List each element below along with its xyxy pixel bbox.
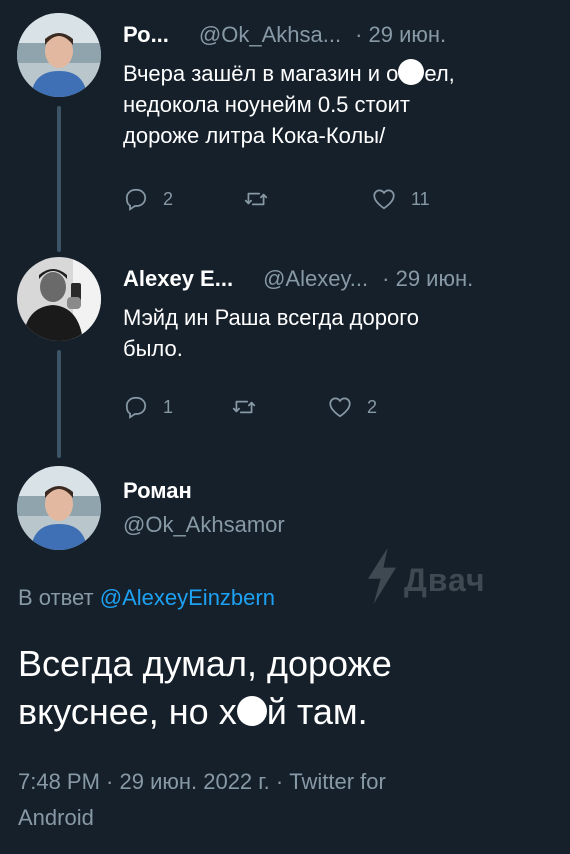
like-button[interactable]: 2 xyxy=(327,394,377,420)
thread-connector xyxy=(57,350,61,458)
tweet-actions: 2 11 xyxy=(123,186,430,212)
tweet-header: Alexey E... @Alexey... · 29 июн. xyxy=(123,266,473,292)
tweet-text-line: Мэйд ин Раша всегда дорого xyxy=(123,305,419,330)
tweet-actions: 1 2 xyxy=(123,394,377,420)
tweet-text-line: Вчера зашёл в магазин и о xyxy=(123,61,399,86)
censor-blob xyxy=(236,696,267,726)
tweet-text: Вчера зашёл в магазин и о ел, недокола но… xyxy=(123,58,523,151)
retweet-button[interactable] xyxy=(243,186,371,212)
lightning-icon xyxy=(364,548,404,612)
tweet-header: Ро... @Ok_Akhsa... · 29 июн. xyxy=(123,22,446,48)
tweet-text-line: было. xyxy=(123,336,183,361)
reply-context: В ответ @AlexeyEinzbern xyxy=(18,585,275,611)
tweet-text: Мэйд ин Раша всегда дорого было. xyxy=(123,302,523,364)
heart-icon xyxy=(327,394,353,420)
watermark-text: Двач xyxy=(404,561,486,598)
author-name[interactable]: Alexey E... xyxy=(123,266,233,292)
retweet-icon xyxy=(243,186,269,212)
author-handle[interactable]: @Alexey... xyxy=(263,266,368,292)
author-handle[interactable]: @Ok_Akhsa... xyxy=(199,22,341,48)
reply-icon xyxy=(123,394,149,420)
tweet-timestamp[interactable]: 7:48 PM · 29 июн. 2022 г. · Twitter for xyxy=(18,764,498,800)
reply-button[interactable]: 2 xyxy=(123,186,243,212)
tweet-source[interactable]: Android xyxy=(18,800,498,836)
heart-icon xyxy=(371,186,397,212)
tweet-text-line: ел, xyxy=(424,61,455,86)
like-count: 11 xyxy=(411,188,430,209)
retweet-button[interactable] xyxy=(231,394,327,420)
reply-button[interactable]: 1 xyxy=(123,394,231,420)
reply-icon xyxy=(123,186,149,212)
main-tweet-line: Всегда думал, дороже xyxy=(18,643,392,684)
reply-prefix: В ответ xyxy=(18,585,94,610)
main-tweet-line: й там. xyxy=(266,691,368,732)
thread-connector xyxy=(57,106,61,252)
dvach-watermark: Двач xyxy=(364,548,486,612)
reply-count: 1 xyxy=(163,396,174,417)
avatar[interactable] xyxy=(17,257,101,341)
avatar[interactable] xyxy=(17,13,101,97)
like-button[interactable]: 11 xyxy=(371,186,430,212)
author-name[interactable]: Ро... xyxy=(123,22,169,48)
main-tweet-line: вкуснее, но х xyxy=(18,691,237,732)
tweet-date[interactable]: · 29 июн. xyxy=(382,266,473,292)
main-tweet-text: Всегда думал, дороже вкуснее, но х й там. xyxy=(18,640,558,736)
censor-blob xyxy=(398,59,425,85)
tweet-meta: 7:48 PM · 29 июн. 2022 г. · Twitter for … xyxy=(18,764,498,836)
author-handle[interactable]: @Ok_Akhsamor xyxy=(123,512,285,538)
like-count: 2 xyxy=(367,396,378,417)
author-name[interactable]: Роман xyxy=(123,478,192,504)
tweet-text-line: дороже литра Кока-Колы/ xyxy=(123,123,386,148)
retweet-icon xyxy=(231,394,257,420)
tweet-text-line: недокола ноунейм 0.5 стоит xyxy=(123,92,410,117)
tweet-date[interactable]: · 29 июн. xyxy=(355,22,446,48)
reply-count: 2 xyxy=(163,188,174,209)
avatar[interactable] xyxy=(17,466,101,550)
reply-mention-link[interactable]: @AlexeyEinzbern xyxy=(100,585,275,610)
